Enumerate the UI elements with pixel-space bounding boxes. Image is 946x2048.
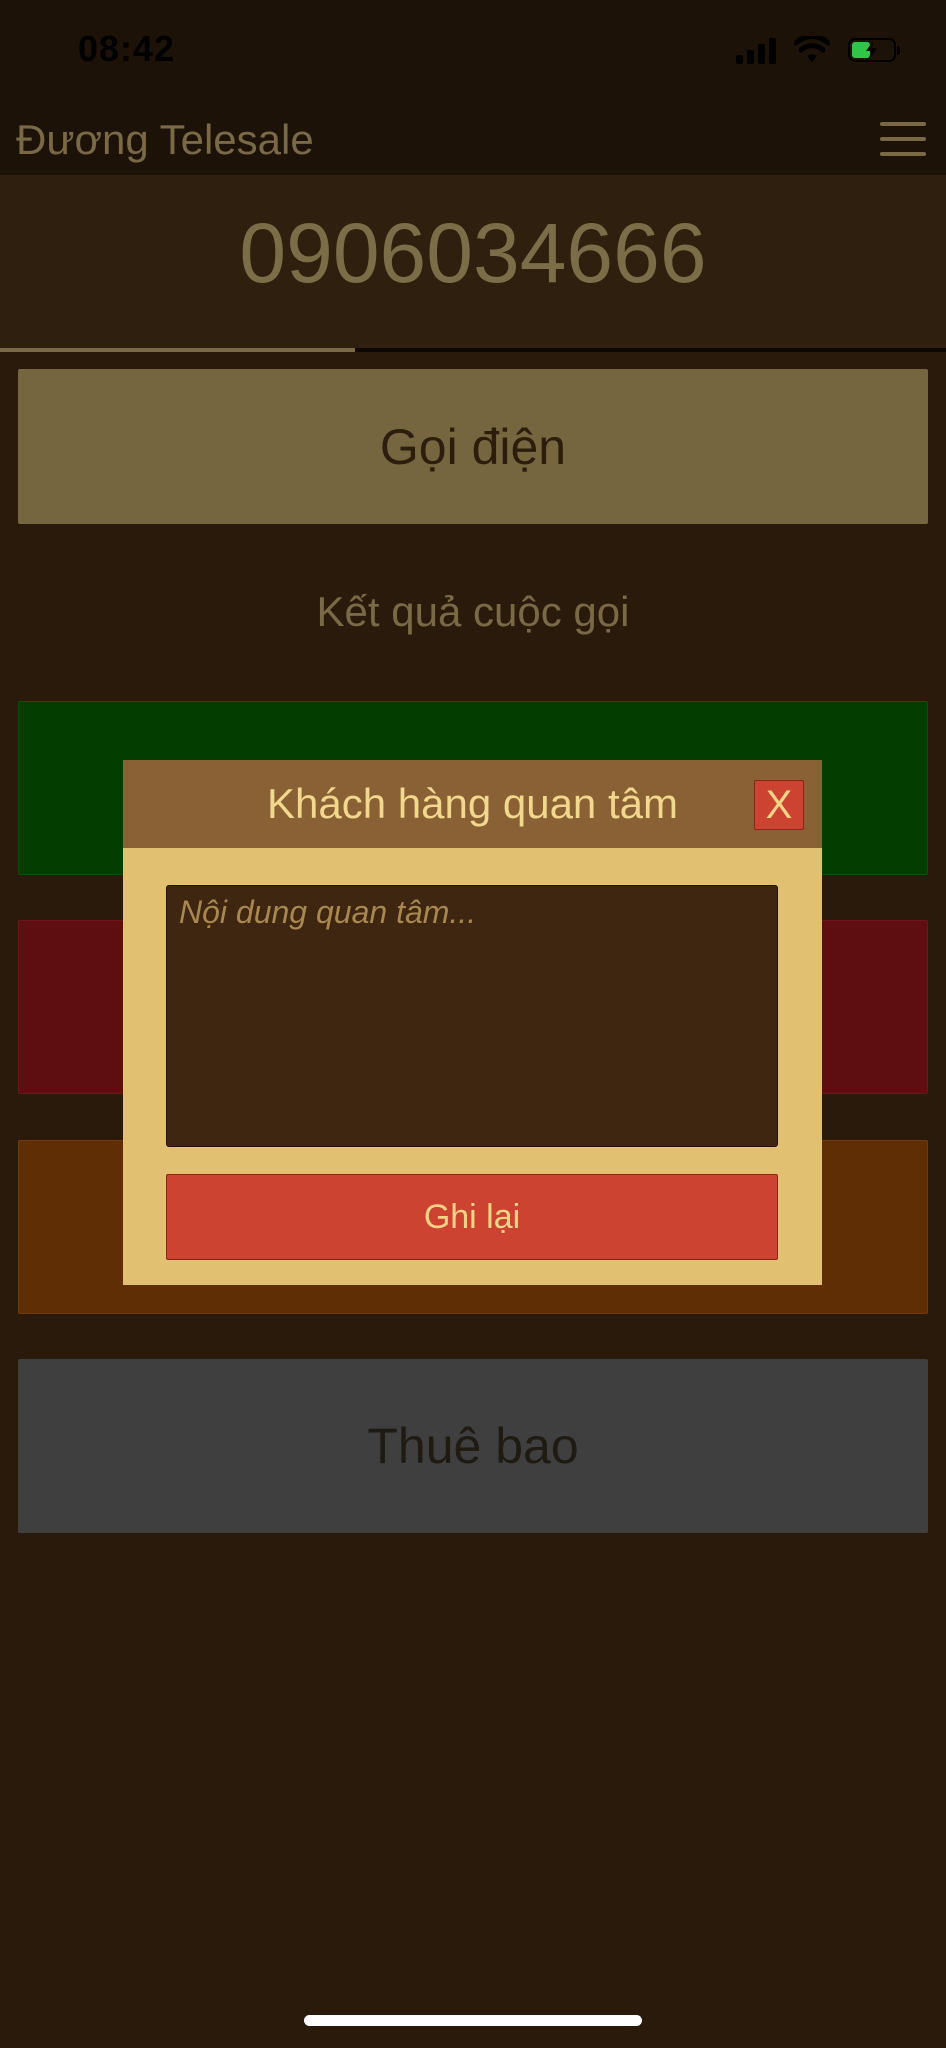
modal-title: Khách hàng quan tâm: [267, 780, 678, 827]
modal-header: Khách hàng quan tâm X: [123, 760, 822, 848]
phone-panel: 0906034666: [0, 175, 946, 348]
app-title: Đương Telesale: [16, 116, 314, 163]
status-time: 08:42: [78, 28, 176, 69]
cellular-signal-icon: [736, 36, 776, 64]
hamburger-menu-icon[interactable]: [880, 122, 926, 156]
call-button[interactable]: Gọi điện: [18, 369, 928, 524]
status-icons: [736, 36, 900, 64]
phone-number: 0906034666: [239, 206, 707, 300]
call-progress-fill: [0, 348, 355, 352]
wifi-icon: [794, 36, 830, 62]
call-result-label: Kết quả cuộc gọi: [316, 588, 630, 635]
save-button[interactable]: Ghi lại: [166, 1174, 778, 1260]
app-header: Đương Telesale: [0, 100, 946, 175]
home-indicator: [304, 2015, 642, 2026]
battery-charging-icon: [848, 38, 900, 62]
modal-close-button[interactable]: X: [754, 780, 804, 830]
interest-notes-textarea[interactable]: [166, 885, 778, 1147]
status-bar: 08:42: [0, 0, 946, 100]
call-progress-bar: [0, 348, 946, 352]
subscriber-button[interactable]: Thuê bao: [18, 1359, 928, 1533]
interested-customer-modal: Khách hàng quan tâm X Ghi lại: [123, 760, 822, 1285]
